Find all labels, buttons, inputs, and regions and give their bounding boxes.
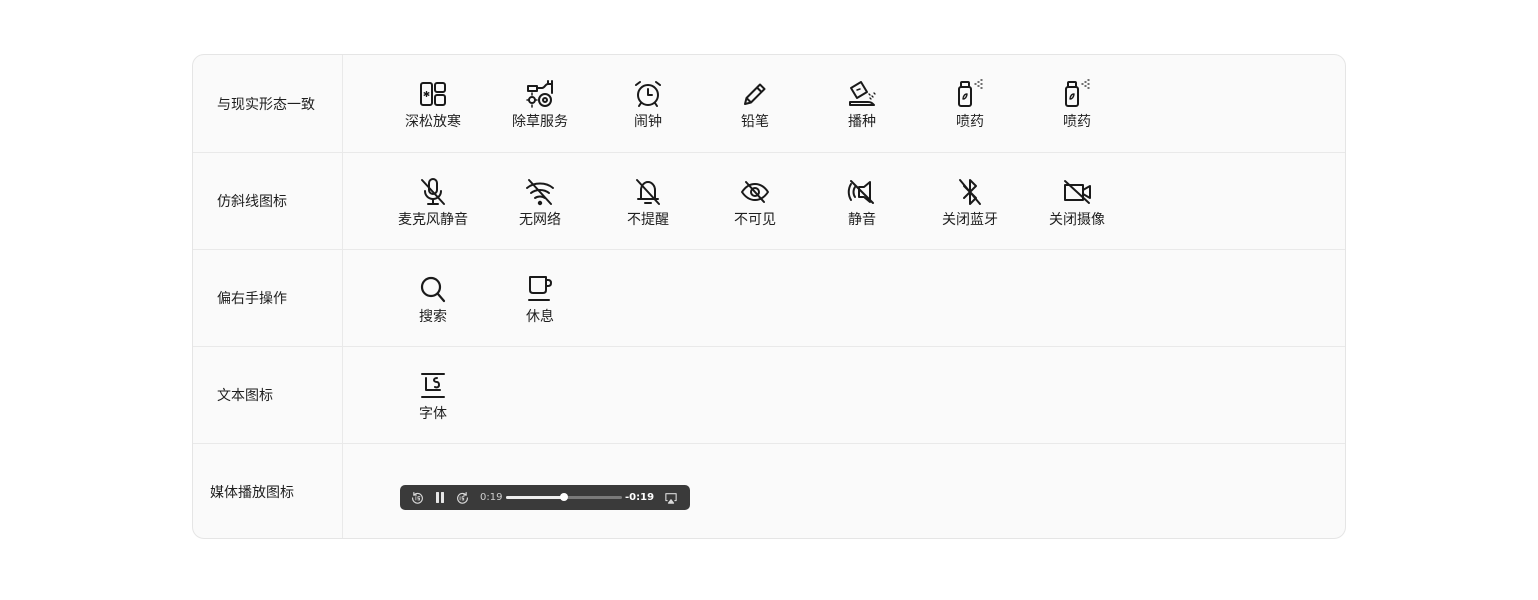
search-icon [420, 276, 446, 303]
table-row: 媒体播放图标 0:19 -0:19 [193, 444, 1345, 538]
progress-track[interactable] [506, 493, 622, 501]
icons-cell: 麦克风静音 无网络 不提醒 不可见 静音 关闭蓝牙 关闭摄像 [343, 153, 1345, 249]
alarm-clock-icon [635, 81, 661, 107]
media-player-bar: 0:19 -0:19 [400, 485, 690, 510]
icon-item: 关闭蓝牙 [924, 176, 1016, 229]
current-time: 0:19 [480, 492, 503, 503]
speaker-mute-icon [847, 180, 874, 204]
table-row: 与现实形态一致 深松放寒 除草服务 闹钟 铅笔 播种 喷药 喷药 [193, 55, 1345, 153]
rewind-15-icon [412, 492, 423, 504]
icon-label: 铅笔 [741, 114, 769, 130]
eye-off-icon [741, 181, 769, 203]
row-label: 仿斜线图标 [193, 153, 343, 249]
wifi-off-icon [526, 179, 554, 206]
icon-item: 深松放寒 [387, 78, 479, 131]
icon-label: 喷药 [1063, 114, 1091, 130]
icon-item: 除草服务 [494, 78, 586, 131]
airplay-icon [664, 492, 677, 504]
bell-off-icon [636, 179, 660, 205]
icon-label: 除草服务 [512, 114, 568, 130]
rewind-15-button[interactable] [410, 490, 425, 505]
icon-label: 静音 [848, 212, 876, 228]
icon-label: 闹钟 [634, 114, 662, 130]
icons-cell: 搜索 休息 [343, 250, 1345, 346]
icon-item: 喷药 [924, 78, 1016, 131]
icon-label: 不提醒 [627, 212, 669, 228]
progress-knob[interactable] [560, 493, 568, 501]
icon-item: 不提醒 [602, 176, 694, 229]
forward-15-button[interactable] [455, 490, 470, 505]
progress-fill [506, 496, 564, 499]
icon-item: 麦克风静音 [387, 176, 479, 229]
row-label: 与现实形态一致 [193, 55, 343, 152]
icon-label: 无网络 [519, 212, 561, 228]
pencil-icon [744, 83, 766, 105]
airplay-button[interactable] [663, 490, 678, 505]
mic-mute-icon [421, 178, 445, 205]
icon-label: 麦克风静音 [398, 212, 468, 228]
table-row: 偏右手操作 搜索 休息 [193, 250, 1345, 347]
icon-guidelines-table: 与现实形态一致 深松放寒 除草服务 闹钟 铅笔 播种 喷药 喷药 仿斜线图标 麦… [192, 54, 1346, 539]
icon-item: 闹钟 [602, 78, 694, 131]
icons-cell: 0:19 -0:19 [343, 444, 1345, 538]
remaining-time: -0:19 [625, 492, 655, 503]
icon-label: 搜索 [419, 309, 447, 325]
row-label: 媒体播放图标 [193, 444, 343, 538]
icons-cell: 字体 [343, 347, 1345, 443]
sowing-icon [849, 81, 876, 106]
icon-label: 关闭蓝牙 [942, 212, 998, 228]
icon-item: 铅笔 [709, 78, 801, 131]
icon-item: 休息 [494, 273, 586, 326]
coffee-cup-icon [528, 276, 552, 301]
table-row: 仿斜线图标 麦克风静音 无网络 不提醒 不可见 静音 关闭蓝牙 关闭摄像 [193, 153, 1345, 250]
icon-label: 休息 [526, 309, 554, 325]
icon-label: 字体 [419, 406, 447, 422]
freeze-protection-icon [420, 82, 446, 106]
icon-item: 播种 [816, 78, 908, 131]
icon-item: 关闭摄像 [1031, 176, 1123, 229]
icon-item: 字体 [387, 370, 479, 423]
icon-label: 深松放寒 [405, 114, 461, 130]
bluetooth-off-icon [959, 179, 981, 205]
row-label: 文本图标 [193, 347, 343, 443]
row-label: 偏右手操作 [193, 250, 343, 346]
weeding-service-icon [526, 80, 553, 108]
icon-label: 关闭摄像 [1049, 212, 1105, 228]
icon-label: 不可见 [734, 212, 776, 228]
font-icon [421, 373, 445, 398]
icons-cell: 深松放寒 除草服务 闹钟 铅笔 播种 喷药 喷药 [343, 55, 1345, 152]
camera-off-icon [1064, 180, 1091, 204]
icon-item: 无网络 [494, 176, 586, 229]
icon-item: 搜索 [387, 273, 479, 326]
forward-15-icon [457, 492, 468, 504]
table-row: 文本图标 字体 [193, 347, 1345, 444]
pause-icon [435, 492, 444, 503]
icon-label: 播种 [848, 114, 876, 130]
icon-label: 喷药 [956, 114, 984, 130]
icon-item: 静音 [816, 176, 908, 229]
spray-bottle-icon [958, 79, 983, 107]
spray-bottle-icon [1065, 79, 1090, 107]
icon-item: 喷药 [1031, 78, 1123, 131]
icon-item: 不可见 [709, 176, 801, 229]
pause-button[interactable] [432, 490, 447, 505]
